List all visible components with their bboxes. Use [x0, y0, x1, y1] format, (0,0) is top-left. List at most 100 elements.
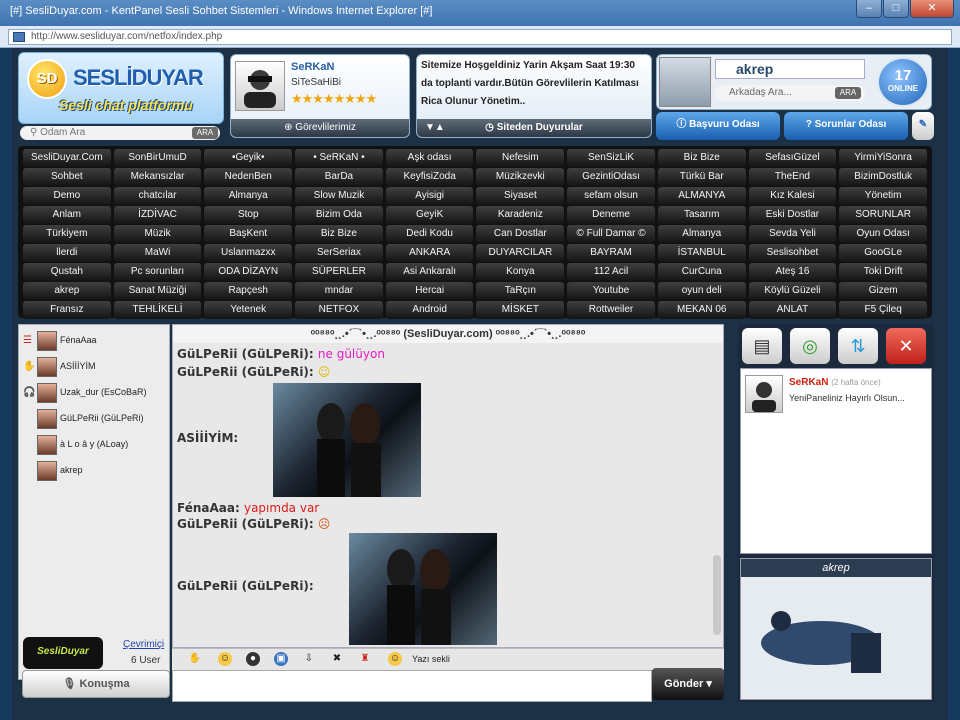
chat-bubble-icon[interactable]: ◎ — [790, 328, 830, 364]
room-button[interactable]: • SeRKaN • — [295, 149, 383, 167]
shared-image[interactable] — [273, 383, 421, 497]
room-button[interactable]: Biz Bize — [657, 149, 746, 167]
room-search-input[interactable]: ⚲ Odam Ara ARA — [20, 126, 220, 140]
smiley-icon[interactable]: ☺ — [218, 652, 232, 666]
room-button[interactable]: MİSKET — [476, 301, 565, 319]
room-button[interactable]: Oyun Odası — [839, 225, 927, 243]
user-list-item[interactable]: ☰ FénaAaa — [23, 329, 167, 351]
close-window-button[interactable]: ✕ — [910, 0, 954, 18]
room-button[interactable]: ANKARA — [385, 244, 474, 262]
room-button[interactable]: GooGLe — [839, 244, 927, 262]
room-button[interactable]: Karadeniz — [476, 206, 565, 224]
room-button[interactable]: SesliDuyar.Com — [23, 149, 111, 167]
staff-tab[interactable]: ⊕ Görevlilerimiz — [231, 119, 409, 137]
room-button[interactable]: Bizim Oda — [295, 206, 383, 224]
room-button[interactable]: SÜPERLER — [295, 263, 383, 281]
room-button[interactable]: Asi Ankaralı — [385, 263, 474, 281]
room-button[interactable]: Mekansızlar — [113, 168, 202, 186]
online-counter[interactable]: 17 ONLINE — [877, 57, 929, 107]
user-list-item[interactable]: akrep — [23, 459, 167, 481]
room-button[interactable]: GeyiK — [385, 206, 474, 224]
user-avatar[interactable] — [37, 434, 57, 455]
user-list-item[interactable]: ✋ ASİİİYİM — [23, 355, 167, 377]
application-room-button[interactable]: ⓘ Başvuru Odası — [656, 112, 780, 140]
room-button[interactable]: Rapçesh — [204, 282, 293, 300]
room-button[interactable]: Dedi Kodu — [385, 225, 474, 243]
room-button[interactable]: SonBirUmuD — [113, 149, 202, 167]
room-button[interactable]: chatcılar — [113, 187, 202, 205]
room-button[interactable]: Türkiyem — [23, 225, 111, 243]
room-button[interactable]: oyun deli — [657, 282, 746, 300]
room-button[interactable]: TheEnd — [748, 168, 837, 186]
room-button[interactable]: Ateş 16 — [748, 263, 837, 281]
room-button[interactable]: sefam olsun — [567, 187, 655, 205]
room-button[interactable]: Eski Dostlar — [748, 206, 837, 224]
user-avatar[interactable] — [37, 330, 57, 351]
webcam-view[interactable]: akrep — [740, 558, 932, 700]
emoji-icon[interactable]: ☺ — [388, 652, 402, 666]
room-button[interactable]: Tasarım — [657, 206, 746, 224]
user-avatar[interactable] — [659, 57, 711, 107]
room-button[interactable]: Toki Drift — [839, 263, 927, 281]
room-button[interactable]: Anlam — [23, 206, 111, 224]
friend-search-input[interactable]: Arkadaş Ara... ARA — [715, 85, 865, 101]
minimize-button[interactable]: – — [856, 0, 882, 18]
room-button[interactable]: Siyaset — [476, 187, 565, 205]
room-button[interactable]: llerdi — [23, 244, 111, 262]
room-button[interactable]: Müzikzevki — [476, 168, 565, 186]
clear-icon[interactable]: ✖ — [330, 652, 344, 666]
user-avatar[interactable] — [37, 356, 57, 377]
settings-button[interactable]: ✎ — [912, 112, 934, 140]
room-button[interactable]: Nefesim — [476, 149, 565, 167]
room-button[interactable]: Almanya — [657, 225, 746, 243]
message-sender[interactable]: ASİİİYİM: — [177, 431, 238, 445]
image-icon[interactable]: ▣ — [274, 652, 288, 666]
room-button[interactable]: Can Dostlar — [476, 225, 565, 243]
room-button[interactable]: MaWi — [113, 244, 202, 262]
room-button[interactable]: Demo — [23, 187, 111, 205]
send-button[interactable]: Gönder ▾ — [652, 668, 724, 700]
room-button[interactable]: NETFOX — [295, 301, 383, 319]
wall-author[interactable]: SeRKaN — [789, 377, 828, 388]
room-button[interactable]: YirmiYiSonra — [839, 149, 927, 167]
room-button[interactable]: Slow Muzik — [295, 187, 383, 205]
profile-avatar[interactable] — [235, 61, 285, 111]
room-button[interactable]: ANLAT — [748, 301, 837, 319]
room-search-button[interactable]: ARA — [192, 127, 218, 139]
room-button[interactable]: F5 Çileq — [839, 301, 927, 319]
gift-icon[interactable]: ♜ — [358, 652, 372, 666]
user-avatar[interactable] — [37, 408, 57, 429]
room-button[interactable]: MEKAN 06 — [657, 301, 746, 319]
room-button[interactable]: SenSizLiK — [567, 149, 655, 167]
room-button[interactable]: Biz Bize — [295, 225, 383, 243]
room-button[interactable]: ODA DİZAYN — [204, 263, 293, 281]
room-button[interactable]: SefasıGüzel — [748, 149, 837, 167]
chat-message-input[interactable] — [172, 670, 652, 702]
room-button[interactable]: Qustah — [23, 263, 111, 281]
room-button[interactable]: Köylü Güzeli — [748, 282, 837, 300]
profile-card-icon[interactable]: ▤ — [742, 328, 782, 364]
user-avatar[interactable] — [37, 382, 57, 403]
room-button[interactable]: Seslisohbet — [748, 244, 837, 262]
shared-image[interactable] — [349, 533, 497, 645]
announcements-tab[interactable]: ▼▲ ◷ Siteden Duyurular — [417, 119, 651, 137]
refresh-arrows-icon[interactable]: ⇅ — [838, 328, 878, 364]
user-avatar[interactable] — [37, 460, 57, 481]
room-button[interactable]: TEHLİKELİ — [113, 301, 202, 319]
room-button[interactable]: © Full Damar © — [567, 225, 655, 243]
wall-avatar[interactable] — [745, 375, 783, 413]
room-button[interactable]: Sanat Müziği — [113, 282, 202, 300]
scroll-arrows-icon[interactable]: ▼▲ — [425, 119, 445, 137]
room-button[interactable]: mndar — [295, 282, 383, 300]
site-banner[interactable]: SesliDuyar — [23, 637, 103, 669]
room-button[interactable]: Sevda Yeli — [748, 225, 837, 243]
message-sender[interactable]: GüLPeRii (GüLPeRi): — [177, 365, 314, 379]
room-button[interactable]: Ayisigi — [385, 187, 474, 205]
room-button[interactable]: Aşk odası — [385, 149, 474, 167]
room-button[interactable]: BizimDostluk — [839, 168, 927, 186]
room-button[interactable]: Almanya — [204, 187, 293, 205]
room-button[interactable]: SORUNLAR — [839, 206, 927, 224]
hand-icon[interactable]: ✋ — [188, 652, 202, 666]
room-button[interactable]: Yönetim — [839, 187, 927, 205]
message-sender[interactable]: FénaAaa: — [177, 501, 240, 515]
